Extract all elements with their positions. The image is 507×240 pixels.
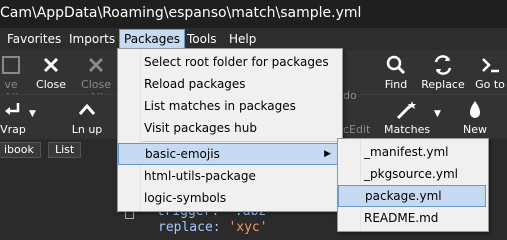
menu-bar: Favorites Imports Packages Tools Help (0, 28, 507, 50)
close-all-icon (88, 57, 104, 73)
wrap-button[interactable]: Vrap (0, 99, 28, 136)
menu-item-html-utils[interactable]: html-utils-package ▶ (118, 165, 366, 187)
submenu-item-manifest[interactable]: _manifest.yml (338, 141, 507, 163)
line-up-button[interactable]: Ln up (70, 99, 104, 136)
close-icon (43, 57, 59, 73)
submenu-item-pkgsource[interactable]: _pkgsource.yml (338, 163, 507, 185)
find-button[interactable]: Find (380, 54, 412, 91)
menu-item-basic-emojis[interactable]: basic-emojis ▶ (118, 143, 340, 165)
menu-item-list-matches[interactable]: List matches in packages (118, 95, 366, 117)
new-match-icon (470, 101, 480, 118)
menu-tools[interactable]: Tools (183, 30, 221, 48)
search-icon (386, 55, 406, 75)
menu-separator (142, 141, 340, 142)
close-button[interactable]: Close (34, 54, 68, 91)
menu-item-visit-hub[interactable]: Visit packages hub (118, 117, 366, 139)
goto-icon (482, 58, 499, 73)
menu-item-reload[interactable]: Reload packages (118, 73, 366, 95)
window-title: Cam\AppData\Roaming\espanso\match\sample… (0, 0, 507, 28)
menu-item-logic-symbols[interactable]: logic-symbols ▶ (118, 187, 366, 209)
goto-button[interactable]: Go to (472, 54, 507, 91)
save-icon (2, 56, 20, 74)
basic-emojis-submenu: _manifest.yml _pkgsource.yml package.yml… (337, 138, 489, 232)
wrap-icon (5, 103, 20, 115)
replace-icon (434, 55, 452, 75)
matches-dropdown-icon[interactable]: ▼ (434, 109, 441, 119)
chevron-up-icon (78, 103, 96, 115)
packages-menu: Select root folder for packages Reload p… (117, 48, 358, 212)
menu-item-select-root[interactable]: Select root folder for packages (118, 51, 366, 73)
replace-button[interactable]: Replace (420, 54, 466, 91)
menu-packages[interactable]: Packages (119, 29, 185, 49)
submenu-arrow-icon: ▶ (324, 149, 331, 159)
matches-button[interactable]: Matches (384, 99, 430, 136)
submenu-item-package[interactable]: package.yml (338, 185, 486, 207)
menu-favorites[interactable]: Favorites (3, 30, 65, 48)
new-button[interactable]: New (460, 99, 490, 136)
tab-notebook[interactable]: ibook (0, 142, 41, 158)
menu-help[interactable]: Help (225, 30, 260, 48)
submenu-item-readme[interactable]: README.md (338, 207, 507, 229)
menu-imports[interactable]: Imports (65, 30, 119, 48)
wrap-dropdown-icon[interactable]: ▼ (29, 109, 36, 119)
magic-wand-icon (396, 101, 416, 120)
tab-list[interactable]: List (48, 142, 82, 158)
code-line-2: replace: 'xyc' (158, 220, 268, 235)
